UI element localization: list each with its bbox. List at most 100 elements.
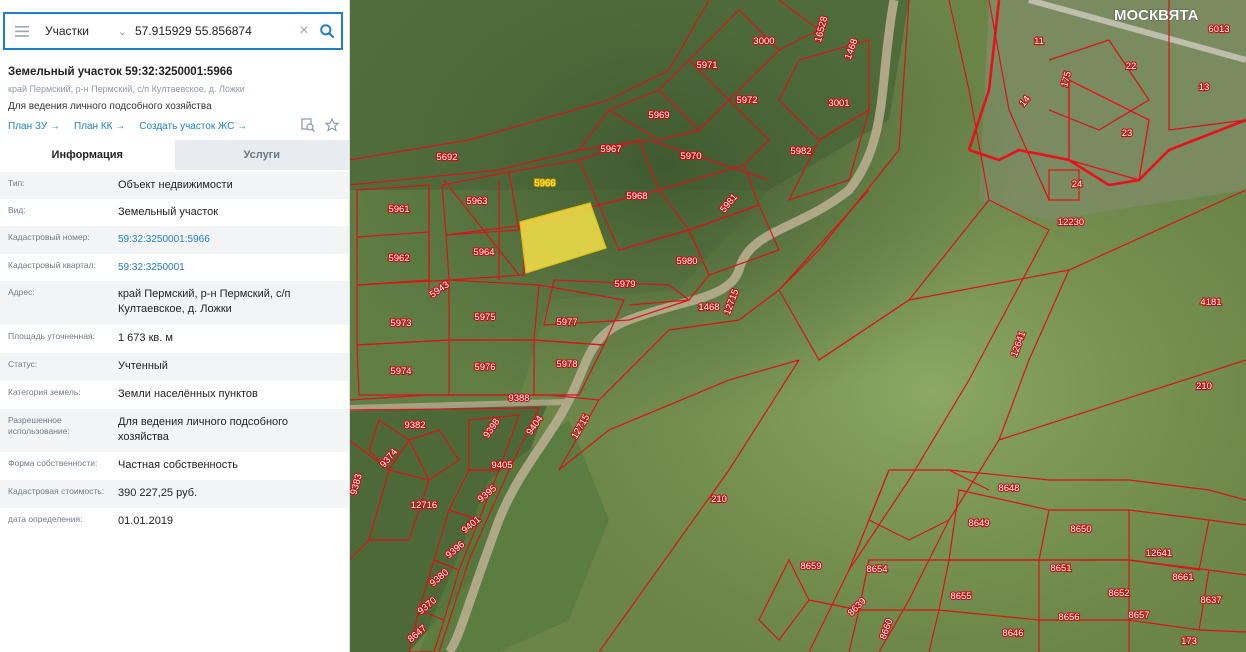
- info-row: Площадь уточненная: 1 673 кв. м: [0, 325, 349, 353]
- info-row: Разрешенное использование: Для ведения ли…: [0, 409, 349, 452]
- clear-icon[interactable]: ×: [295, 22, 313, 40]
- search-button[interactable]: [313, 24, 341, 38]
- panel-tabs: Информация Услуги: [0, 140, 349, 170]
- parcel-label: 5977: [556, 317, 577, 328]
- info-label: Вид:: [8, 205, 26, 215]
- parcel-address: край Пермский, р-н Пермский, с/п Култаев…: [8, 84, 245, 94]
- info-row: Кадастровый номер: 59:32:3250001:5966: [0, 226, 349, 254]
- info-label: Тип:: [8, 178, 25, 188]
- info-label: Форма собственности:: [8, 458, 98, 468]
- parcel-label: 23: [1122, 128, 1133, 139]
- parcel-label: 1468: [698, 302, 719, 313]
- parcel-label: 13: [1199, 82, 1210, 93]
- parcel-label: 22: [1126, 61, 1137, 72]
- info-label: Кадастровый номер:: [8, 232, 90, 242]
- info-value: 1 673 кв. м: [118, 332, 173, 344]
- info-value: край Пермский, р-н Пермский, с/п Култаев…: [118, 288, 291, 315]
- parcel-label: 4181: [1200, 297, 1221, 308]
- parcel-label: 5973: [390, 318, 411, 329]
- parcel-label: 12230: [1058, 217, 1084, 228]
- parcel-label: 12716: [411, 500, 437, 511]
- info-label: Кадастровый квартал:: [8, 260, 96, 270]
- info-row: Форма собственности: Частная собственност…: [0, 452, 349, 480]
- search-input[interactable]: [133, 24, 295, 38]
- tab-information[interactable]: Информация: [0, 140, 175, 170]
- selected-parcel-label: 5966: [534, 178, 555, 189]
- parcel-label: 8654: [866, 564, 887, 575]
- plan-kk-link[interactable]: План КК →: [74, 121, 125, 132]
- info-label: Категория земель:: [8, 387, 81, 397]
- parcel-label: 8649: [968, 518, 989, 529]
- chevron-down-icon: ⌄: [117, 25, 127, 38]
- parcel-label: 8657: [1128, 610, 1149, 621]
- parcel-label: 12641: [1146, 548, 1172, 559]
- parcel-label: 6013: [1208, 24, 1229, 35]
- tab-services[interactable]: Услуги: [174, 140, 349, 170]
- info-label: Площадь уточненная:: [8, 331, 95, 341]
- search-bar: Участки ⌄ ×: [3, 12, 343, 50]
- info-value-link[interactable]: 59:32:3250001: [118, 260, 349, 281]
- parcel-label: 8659: [800, 561, 821, 572]
- info-value: Для ведения личного подсобного хозяйства: [118, 416, 289, 443]
- menu-button[interactable]: [5, 14, 39, 48]
- parcel-label: 5978: [556, 359, 577, 370]
- info-value: Частная собственность: [118, 459, 239, 471]
- parcel-label: 5968: [626, 191, 647, 202]
- info-row: Статус: Учтенный: [0, 353, 349, 381]
- hamburger-icon: [15, 25, 29, 37]
- parcel-label: 5979: [614, 279, 635, 290]
- info-row: Адрес: край Пермский, р-н Пермский, с/п К…: [0, 281, 349, 325]
- parcel-label: 8661: [1172, 572, 1193, 583]
- info-row: Вид: Земельный участок: [0, 199, 349, 226]
- parcel-purpose: Для ведения личного подсобного хозяйства: [8, 101, 212, 112]
- parcel-label: 5962: [388, 253, 409, 264]
- parcel-label: 5963: [466, 196, 487, 207]
- search-icon: [320, 24, 334, 38]
- info-row: Кадастровый квартал: 59:32:3250001: [0, 254, 349, 281]
- parcel-label: 210: [711, 494, 727, 505]
- info-value-link[interactable]: 59:32:3250001:5966: [118, 232, 349, 254]
- info-row: Тип: Объект недвижимости: [0, 172, 349, 199]
- info-value: Объект недвижимости: [118, 179, 233, 191]
- parcel-label: 9382: [404, 420, 425, 431]
- info-value: 390 227,25 руб.: [118, 487, 198, 499]
- parcel-label: 5972: [736, 95, 757, 106]
- parcel-label: 8651: [1050, 563, 1071, 574]
- info-table: Тип: Объект недвижимости Вид: Земельный уча…: [0, 172, 349, 536]
- info-value: Земли населённых пунктов: [118, 388, 258, 400]
- star-icon[interactable]: [325, 118, 339, 132]
- cadastral-map[interactable]: 3000 5971 5972 3001 5969 5967 5970 5982 5692 5966…: [349, 0, 1246, 652]
- info-value: 01.01.2019: [118, 515, 174, 527]
- layer-select[interactable]: Участки ⌄: [39, 24, 133, 38]
- parcel-label: 5969: [648, 110, 669, 121]
- parcel-title: Земельный участок 59:32:3250001:5966: [8, 66, 233, 78]
- parcel-links: План ЗУ → План КК → Создать участок ЖС →: [8, 121, 247, 132]
- parcel-label: 5692: [436, 152, 457, 163]
- create-parcel-link[interactable]: Создать участок ЖС →: [139, 121, 247, 132]
- parcel-label: 5971: [696, 60, 717, 71]
- info-row: дата определения: 01.01.2019: [0, 508, 349, 536]
- parcel-label: 5976: [474, 362, 495, 373]
- info-label: Статус:: [8, 359, 38, 369]
- plan-zu-link[interactable]: План ЗУ →: [8, 121, 60, 132]
- parcel-label: 8652: [1108, 588, 1129, 599]
- parcel-label: 8648: [998, 483, 1019, 494]
- info-row: Категория земель: Земли населённых пункто…: [0, 381, 349, 409]
- parcel-label: 5967: [600, 144, 621, 155]
- parcel-label: 5964: [473, 247, 494, 258]
- parcel-label: 5970: [680, 151, 701, 162]
- zoom-to-parcel-icon[interactable]: [301, 118, 315, 132]
- parcel-label: 8650: [1070, 524, 1091, 535]
- parcel-label: 8637: [1200, 595, 1221, 606]
- parcel-label: 8646: [1002, 628, 1023, 639]
- info-value: Земельный участок: [118, 206, 219, 218]
- info-label: дата определения:: [8, 514, 83, 524]
- parcel-label: 9405: [491, 460, 512, 471]
- parcel-label: 5961: [388, 204, 409, 215]
- panel-tools: [301, 118, 339, 132]
- parcel-label: 5974: [390, 366, 411, 377]
- parcel-label: 3000: [753, 36, 774, 47]
- parcel-label: 5980: [676, 256, 697, 267]
- info-label: Разрешенное использование:: [8, 415, 70, 436]
- place-name: МОСКВЯТА: [1114, 7, 1199, 24]
